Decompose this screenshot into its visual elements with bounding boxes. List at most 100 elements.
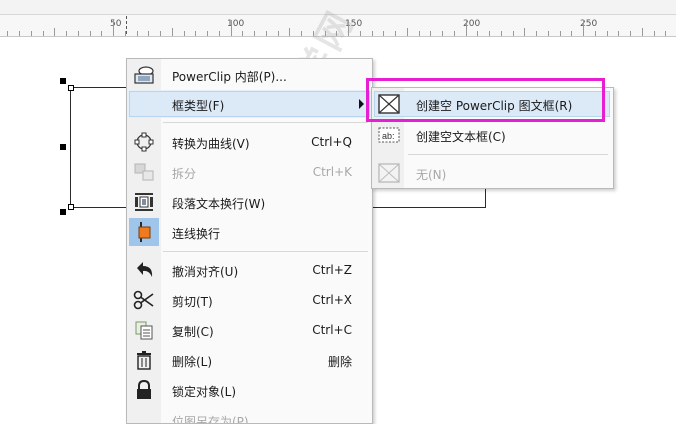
none-frame-icon [378, 163, 400, 183]
ruler-tick [630, 31, 631, 36]
ruler-tick [513, 31, 514, 36]
selection-handle-middle-left[interactable] [60, 144, 66, 150]
menu-separator [163, 122, 368, 123]
connector-wrap-icon [129, 218, 159, 246]
menu-item-label: 框类型(F) [172, 99, 225, 113]
menu-item-shortcut: Ctrl+X [312, 293, 352, 307]
ruler-tick [19, 31, 20, 36]
ruler-tick [231, 20, 232, 36]
selection-handle-top-left[interactable] [60, 78, 66, 84]
ruler-tick [148, 31, 149, 36]
submenu-item-create-empty-text-frame[interactable]: ab: 创建空文本框(C) [372, 121, 613, 149]
ruler-tick [360, 31, 361, 36]
ruler-tick [278, 31, 279, 36]
menu-item-frame-type[interactable]: 框类型(F) [127, 90, 372, 118]
menu-item-label: PowerClip 内部(P)... [172, 70, 287, 84]
ruler-tick [90, 31, 91, 36]
ruler-tick [571, 31, 572, 36]
ruler-tick [254, 31, 255, 36]
ruler-tick [66, 31, 67, 36]
ruler-tick [372, 31, 373, 36]
text-frame-icon: ab: [378, 125, 400, 145]
ruler-tick [560, 31, 561, 36]
ruler-tick [536, 31, 537, 36]
menu-item-break-apart: 拆分 Ctrl+K [127, 158, 372, 186]
ruler-tick [430, 31, 431, 36]
menu-item-save-bitmap-as: 位图另存为(P)... [127, 406, 372, 424]
ruler-tick [54, 28, 55, 36]
svg-text:ab:: ab: [382, 131, 395, 141]
menu-item-connector-wrap[interactable]: 连线换行 [127, 218, 372, 246]
context-menu: PowerClip 内部(P)... 框类型(F) 转换为曲线(V) Ctrl+… [126, 58, 373, 424]
menu-item-label: 拆分 [172, 167, 197, 181]
ruler-tick [113, 20, 114, 36]
ruler-cursor-marker [126, 16, 127, 34]
menu-item-label: 转换为曲线(V) [172, 137, 250, 151]
ruler-tick [419, 31, 420, 36]
text-wrap-icon [133, 192, 155, 212]
menu-item-lock-object[interactable]: 锁定对象(L) [127, 376, 372, 404]
ruler-tick [395, 31, 396, 36]
ruler-tick [219, 31, 220, 36]
menu-item-undo-align[interactable]: 撤消对齐(U) Ctrl+Z [127, 256, 372, 284]
menu-item-label: 位图另存为(P)... [172, 415, 261, 424]
submenu-arrow-icon [359, 99, 364, 109]
ruler-tick [31, 31, 32, 36]
convert-curves-icon [133, 132, 155, 152]
menu-item-paragraph-wrap[interactable]: 段落文本换行(W) [127, 188, 372, 216]
ruler-tick [207, 31, 208, 36]
menu-item-label: 复制(C) [172, 325, 214, 339]
menu-item-shortcut: 删除 [327, 355, 352, 369]
ruler-tick [618, 31, 619, 36]
node-handle-top-left[interactable] [68, 85, 74, 91]
ruler-tick [172, 28, 173, 36]
menu-item-shortcut: Ctrl+K [312, 165, 352, 179]
annotation-highlight-box [366, 78, 605, 122]
node-handle-bottom-left[interactable] [68, 204, 74, 210]
ruler-tick [501, 31, 502, 36]
selection-handle-bottom-left[interactable] [60, 209, 66, 215]
menu-item-delete[interactable]: 删除(L) 删除 [127, 346, 372, 374]
ruler-tick [160, 31, 161, 36]
ruler-tick [137, 31, 138, 36]
ruler-tick [665, 31, 666, 36]
submenu-separator [408, 154, 608, 155]
menu-item-label: 连线换行 [172, 227, 221, 241]
scissors-icon [133, 290, 155, 310]
ruler-tick [642, 28, 643, 36]
ruler-tick [78, 31, 79, 36]
ruler-tick [195, 31, 196, 36]
ruler-tick [184, 31, 185, 36]
ruler-tick [266, 31, 267, 36]
undo-icon [133, 260, 155, 280]
menu-item-cut[interactable]: 剪切(T) Ctrl+X [127, 286, 372, 314]
ruler-tick [383, 31, 384, 36]
menu-item-label: 段落文本换行(W) [172, 197, 266, 211]
menu-item-label: 撤消对齐(U) [172, 265, 239, 279]
submenu-item-label: 创建空文本框(C) [416, 130, 506, 144]
ruler-tick [289, 28, 290, 36]
ruler-tick [477, 31, 478, 36]
menu-item-powerclip-inside[interactable]: PowerClip 内部(P)... [127, 61, 372, 89]
menu-item-copy[interactable]: 复制(C) Ctrl+C [127, 316, 372, 344]
ruler-tick [7, 31, 8, 36]
ruler-tick [524, 28, 525, 36]
ruler-tick [583, 20, 584, 36]
menu-separator [163, 251, 368, 252]
ruler-label-100: 100 [227, 19, 245, 29]
ruler-tick [595, 31, 596, 36]
menu-item-label: 剪切(T) [172, 295, 213, 309]
ruler-tick [454, 31, 455, 36]
break-apart-icon [133, 162, 155, 182]
ruler-tick [407, 28, 408, 36]
submenu-item-none: 无(N) [372, 159, 613, 187]
menu-item-convert-to-curves[interactable]: 转换为曲线(V) Ctrl+Q [127, 128, 372, 156]
menu-item-shortcut: Ctrl+Q [311, 135, 352, 149]
powerclip-icon [133, 65, 155, 85]
ruler-tick [242, 31, 243, 36]
ruler-tick [654, 31, 655, 36]
trash-icon [133, 350, 155, 370]
lock-icon [133, 379, 155, 400]
ruler-tick [607, 31, 608, 36]
ruler-tick [466, 20, 467, 36]
